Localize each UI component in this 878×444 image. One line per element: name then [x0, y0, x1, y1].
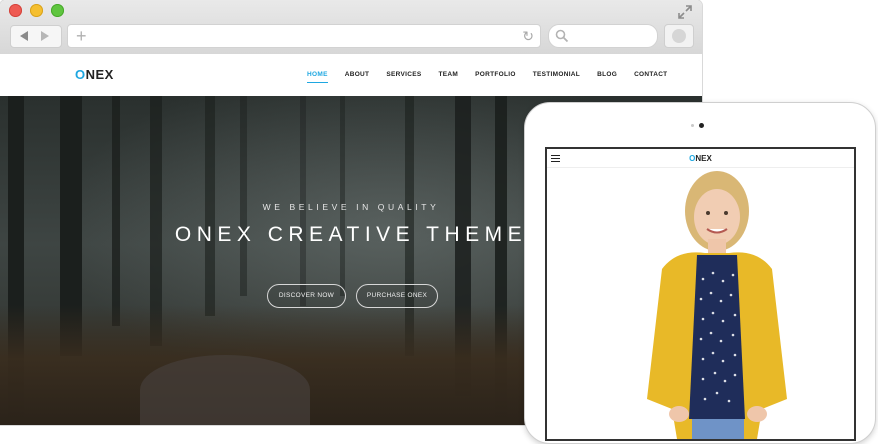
logo-text: NEX: [85, 67, 114, 82]
plus-icon[interactable]: +: [76, 26, 87, 46]
menu-item-home[interactable]: HOME: [307, 71, 328, 83]
tablet-logo[interactable]: ONEX: [547, 154, 854, 163]
menu-item-services[interactable]: SERVICES: [386, 71, 421, 78]
tablet-sensor: [691, 124, 694, 127]
site-header: ONEX HOME ABOUT SERVICES TEAM PORTFOLIO …: [0, 54, 702, 96]
tablet-header-divider: [547, 167, 854, 168]
forest-path: [140, 355, 310, 425]
address-bar[interactable]: + ↻: [67, 24, 541, 48]
discover-now-button[interactable]: DISCOVER NOW: [267, 284, 346, 308]
browser-search-field[interactable]: [548, 24, 658, 48]
menu-item-portfolio[interactable]: PORTFOLIO: [475, 71, 516, 78]
close-window-button[interactable]: [9, 4, 22, 17]
purchase-onex-button[interactable]: PURCHASE ONEX: [356, 284, 438, 308]
menu-item-about[interactable]: ABOUT: [345, 71, 370, 78]
tree-trunk: [240, 96, 247, 296]
woman-photo: [647, 171, 787, 439]
maximize-window-button[interactable]: [51, 4, 64, 17]
search-icon: [555, 29, 569, 43]
history-buttons: [10, 25, 62, 48]
tree-trunk: [300, 96, 306, 306]
site-logo[interactable]: ONEX: [75, 67, 114, 82]
extension-button[interactable]: [664, 24, 694, 48]
forward-arrow-icon[interactable]: [41, 31, 49, 41]
main-menu: HOME ABOUT SERVICES TEAM PORTFOLIO TESTI…: [307, 71, 684, 83]
browser-chrome: + ↻: [0, 0, 702, 54]
menu-item-team[interactable]: TEAM: [438, 71, 458, 78]
logo-text: NEX: [695, 154, 712, 163]
menu-item-contact[interactable]: CONTACT: [634, 71, 667, 78]
menu-item-blog[interactable]: BLOG: [597, 71, 617, 78]
reload-icon[interactable]: ↻: [522, 26, 534, 46]
tree-trunk: [340, 96, 345, 296]
tablet-device: ONEX: [524, 102, 876, 444]
extension-icon: [672, 29, 686, 43]
tablet-camera: [699, 123, 704, 128]
minimize-window-button[interactable]: [30, 4, 43, 17]
logo-mark: O: [75, 67, 86, 82]
back-arrow-icon[interactable]: [20, 31, 28, 41]
expand-icon[interactable]: [677, 4, 693, 20]
tablet-screen: ONEX: [545, 147, 856, 441]
menu-item-testimonial[interactable]: TESTIMONIAL: [533, 71, 580, 78]
